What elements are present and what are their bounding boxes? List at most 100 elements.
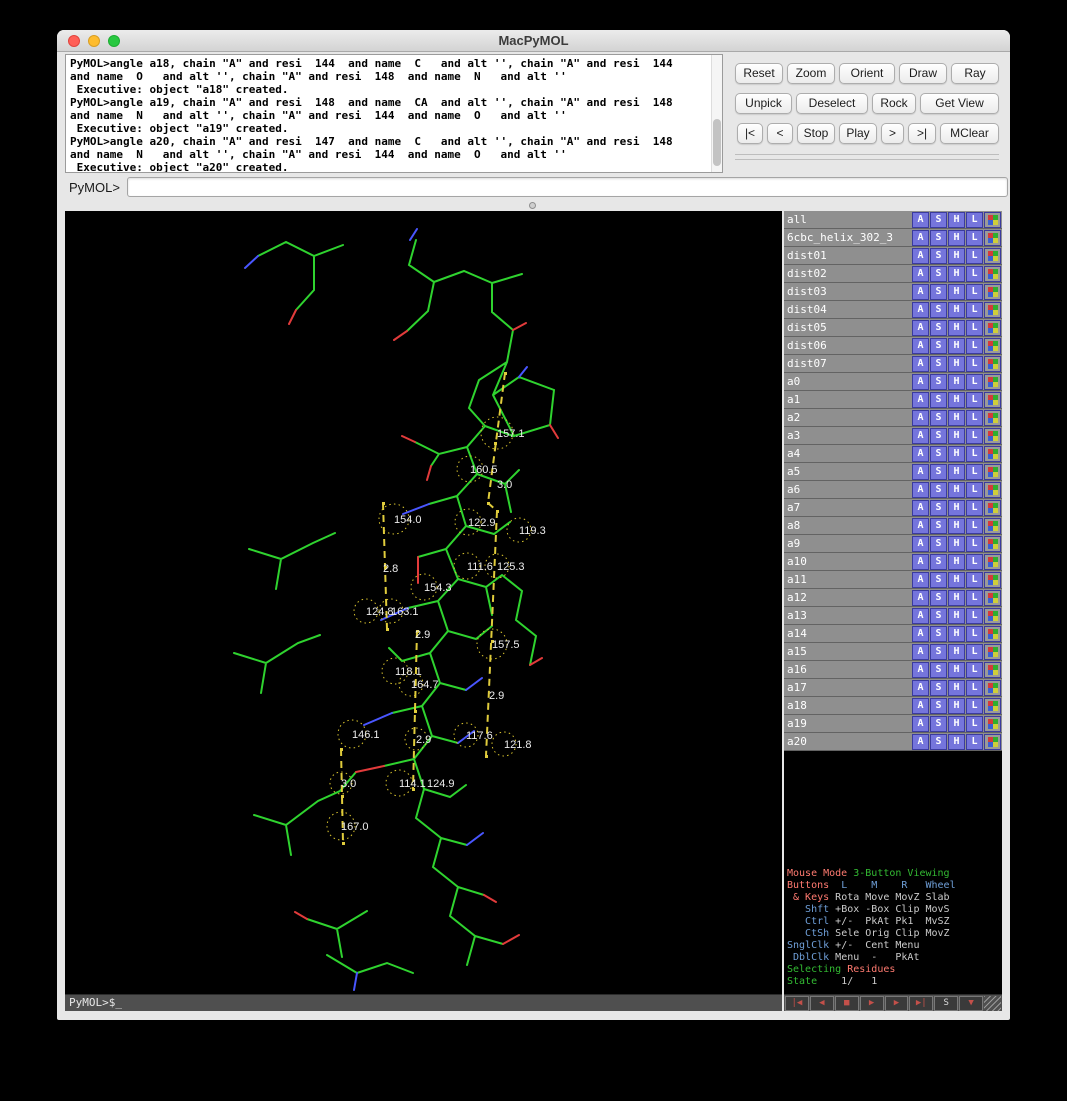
object-action-l[interactable]: L bbox=[966, 590, 983, 606]
object-action-l[interactable]: L bbox=[966, 518, 983, 534]
object-action-c[interactable] bbox=[984, 662, 1001, 678]
object-action-s[interactable]: S bbox=[930, 338, 947, 354]
object-name[interactable]: a7 bbox=[784, 501, 912, 514]
resize-grip[interactable] bbox=[984, 996, 1001, 1011]
object-action-s[interactable]: S bbox=[930, 410, 947, 426]
object-action-c[interactable] bbox=[984, 626, 1001, 642]
movie-last-button[interactable]: >| bbox=[908, 123, 936, 144]
object-action-c[interactable] bbox=[984, 392, 1001, 408]
object-action-c[interactable] bbox=[984, 302, 1001, 318]
object-action-h[interactable]: H bbox=[948, 662, 965, 678]
unpick-button[interactable]: Unpick bbox=[735, 93, 792, 114]
object-name[interactable]: a20 bbox=[784, 735, 912, 748]
object-action-a[interactable]: A bbox=[912, 500, 929, 516]
object-name[interactable]: a17 bbox=[784, 681, 912, 694]
object-action-l[interactable]: L bbox=[966, 716, 983, 732]
object-action-a[interactable]: A bbox=[912, 428, 929, 444]
object-action-h[interactable]: H bbox=[948, 266, 965, 282]
object-name[interactable]: a12 bbox=[784, 591, 912, 604]
object-action-a[interactable]: A bbox=[912, 464, 929, 480]
object-action-h[interactable]: H bbox=[948, 608, 965, 624]
object-action-c[interactable] bbox=[984, 410, 1001, 426]
play-frame-button[interactable]: ▶ bbox=[860, 996, 884, 1011]
object-action-s[interactable]: S bbox=[930, 446, 947, 462]
object-action-h[interactable]: H bbox=[948, 734, 965, 750]
object-action-a[interactable]: A bbox=[912, 644, 929, 660]
movie-play-button[interactable]: Play bbox=[839, 123, 877, 144]
stop-frame-button[interactable]: ■ bbox=[835, 996, 859, 1011]
object-name[interactable]: dist02 bbox=[784, 267, 912, 280]
mouse-help-panel[interactable]: Mouse Mode 3-Button ViewingButtons L M R… bbox=[787, 868, 999, 988]
object-action-s[interactable]: S bbox=[930, 716, 947, 732]
object-name[interactable]: a1 bbox=[784, 393, 912, 406]
object-action-h[interactable]: H bbox=[948, 554, 965, 570]
object-action-c[interactable] bbox=[984, 536, 1001, 552]
object-action-h[interactable]: H bbox=[948, 302, 965, 318]
get-view-button[interactable]: Get View bbox=[920, 93, 999, 114]
object-action-s[interactable]: S bbox=[930, 356, 947, 372]
object-action-l[interactable]: L bbox=[966, 734, 983, 750]
object-action-c[interactable] bbox=[984, 338, 1001, 354]
object-action-s[interactable]: S bbox=[930, 554, 947, 570]
console-scroll-thumb[interactable] bbox=[713, 119, 721, 166]
object-action-l[interactable]: L bbox=[966, 626, 983, 642]
object-action-l[interactable]: L bbox=[966, 248, 983, 264]
object-action-c[interactable] bbox=[984, 464, 1001, 480]
object-action-h[interactable]: H bbox=[948, 680, 965, 696]
object-action-l[interactable]: L bbox=[966, 680, 983, 696]
object-action-c[interactable] bbox=[984, 500, 1001, 516]
object-action-c[interactable] bbox=[984, 680, 1001, 696]
object-action-l[interactable]: L bbox=[966, 536, 983, 552]
object-action-a[interactable]: A bbox=[912, 356, 929, 372]
object-action-c[interactable] bbox=[984, 554, 1001, 570]
object-action-l[interactable]: L bbox=[966, 644, 983, 660]
object-name[interactable]: a15 bbox=[784, 645, 912, 658]
scene-button[interactable]: S bbox=[934, 996, 958, 1011]
object-action-a[interactable]: A bbox=[912, 716, 929, 732]
object-action-l[interactable]: L bbox=[966, 554, 983, 570]
object-action-h[interactable]: H bbox=[948, 428, 965, 444]
object-name[interactable]: dist01 bbox=[784, 249, 912, 262]
object-action-l[interactable]: L bbox=[966, 698, 983, 714]
object-action-h[interactable]: H bbox=[948, 572, 965, 588]
object-action-c[interactable] bbox=[984, 698, 1001, 714]
object-action-c[interactable] bbox=[984, 374, 1001, 390]
object-name[interactable]: a6 bbox=[784, 483, 912, 496]
object-action-c[interactable] bbox=[984, 590, 1001, 606]
object-action-c[interactable] bbox=[984, 428, 1001, 444]
object-action-a[interactable]: A bbox=[912, 518, 929, 534]
object-name[interactable]: a16 bbox=[784, 663, 912, 676]
object-action-a[interactable]: A bbox=[912, 590, 929, 606]
object-name[interactable]: a19 bbox=[784, 717, 912, 730]
object-action-h[interactable]: H bbox=[948, 500, 965, 516]
object-action-c[interactable] bbox=[984, 482, 1001, 498]
object-action-s[interactable]: S bbox=[930, 320, 947, 336]
object-action-l[interactable]: L bbox=[966, 266, 983, 282]
object-action-a[interactable]: A bbox=[912, 410, 929, 426]
object-action-s[interactable]: S bbox=[930, 698, 947, 714]
object-name[interactable]: a4 bbox=[784, 447, 912, 460]
object-action-h[interactable]: H bbox=[948, 518, 965, 534]
object-name[interactable]: 6cbc_helix_302_3 bbox=[784, 231, 912, 244]
object-action-s[interactable]: S bbox=[930, 302, 947, 318]
object-action-h[interactable]: H bbox=[948, 392, 965, 408]
rock-button[interactable]: Rock bbox=[872, 93, 916, 114]
object-action-c[interactable] bbox=[984, 230, 1001, 246]
movie-back-button[interactable]: < bbox=[767, 123, 793, 144]
object-action-s[interactable]: S bbox=[930, 464, 947, 480]
object-action-s[interactable]: S bbox=[930, 212, 947, 228]
object-action-h[interactable]: H bbox=[948, 716, 965, 732]
object-name[interactable]: a18 bbox=[784, 699, 912, 712]
object-action-l[interactable]: L bbox=[966, 482, 983, 498]
titlebar[interactable]: MacPyMOL bbox=[57, 30, 1010, 52]
object-action-c[interactable] bbox=[984, 320, 1001, 336]
object-action-a[interactable]: A bbox=[912, 734, 929, 750]
object-action-a[interactable]: A bbox=[912, 374, 929, 390]
object-action-c[interactable] bbox=[984, 734, 1001, 750]
object-action-c[interactable] bbox=[984, 446, 1001, 462]
object-action-s[interactable]: S bbox=[930, 680, 947, 696]
object-action-a[interactable]: A bbox=[912, 230, 929, 246]
object-action-h[interactable]: H bbox=[948, 410, 965, 426]
object-action-h[interactable]: H bbox=[948, 698, 965, 714]
object-name[interactable]: a14 bbox=[784, 627, 912, 640]
